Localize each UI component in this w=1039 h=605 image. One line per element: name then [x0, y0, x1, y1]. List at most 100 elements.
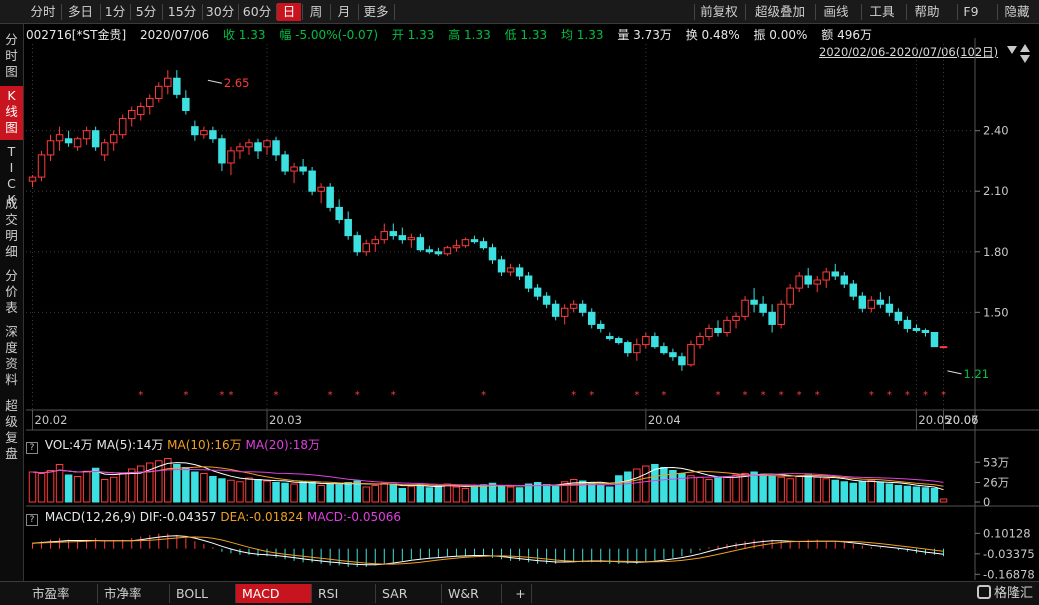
volume-bar [326, 483, 334, 503]
panel-menu-icon[interactable]: ? [26, 514, 38, 526]
volume-bar [714, 477, 722, 503]
period-tab-4[interactable]: 15分 [163, 3, 201, 21]
volume-bar [218, 478, 226, 503]
candle-body [912, 327, 921, 331]
volume-bar [660, 467, 668, 503]
volume-bar [109, 476, 118, 503]
volume-bar [615, 475, 623, 503]
period-tab-2[interactable]: 1分 [101, 3, 129, 21]
candle-body [46, 140, 55, 156]
indicator-tab-3[interactable]: MACD [236, 584, 312, 603]
candle-body [326, 186, 334, 208]
candle-body [615, 338, 623, 344]
volume-bar [371, 485, 380, 503]
volume-bar [136, 465, 145, 503]
tool-menu-item-0[interactable]: 前复权 [697, 3, 741, 21]
logo-icon [976, 585, 991, 599]
candle-body [461, 239, 470, 247]
moving-average-lines [33, 93, 944, 353]
tool-menu-item-3[interactable]: 工具 [864, 3, 900, 21]
candle-body [777, 303, 785, 325]
volume-bar [506, 486, 515, 503]
candle-body [678, 356, 686, 366]
volume-bar [37, 473, 46, 503]
volume-bar [344, 482, 352, 503]
period-tab-8[interactable]: 周 [303, 3, 329, 21]
date-tick-label: 20.03 [269, 413, 302, 427]
period-tab-3[interactable]: 5分 [131, 3, 161, 21]
candle-body [407, 237, 416, 241]
annotation-arrow [207, 79, 222, 84]
volume-bar [633, 468, 641, 503]
volume-bar [46, 470, 55, 503]
period-tab-6[interactable]: 60分 [239, 3, 275, 21]
vol-tick-label: 26万 [983, 476, 1009, 490]
tool-menu-item-2[interactable]: 画线 [818, 3, 854, 21]
candle-body [831, 271, 840, 277]
period-tab-9[interactable]: 月 [331, 3, 357, 21]
volume-bar [822, 478, 830, 503]
macd-tick-label: -0.03375 [983, 547, 1035, 561]
candle-body [750, 299, 758, 305]
signal-markers: * * * * * * * * * * * * * * * * * * * * * * * * [138, 390, 946, 401]
volume-bar [921, 487, 930, 503]
kline-chart[interactable]: 2.402.101.801.50 * * * * * * * * * * * * * * * * * * * * * * *… [0, 24, 1039, 581]
volume-bar [182, 467, 190, 503]
candle-body [362, 243, 370, 253]
volume-bar [380, 482, 389, 503]
volume-bar [308, 482, 316, 503]
period-tab-1[interactable]: 多日 [62, 3, 99, 21]
candle-body [371, 239, 380, 245]
volume-bar [236, 481, 244, 503]
tool-menu-item-6[interactable]: 隐藏 [1000, 3, 1034, 21]
indicator-tab-5[interactable]: SAR [376, 584, 442, 603]
vol-ma10: MA(10):16万 [167, 438, 242, 452]
candle-body [425, 249, 434, 253]
period-tab-10[interactable]: 更多 [359, 3, 393, 21]
period-tab-7[interactable]: 日 [277, 3, 301, 21]
volume-bar [416, 484, 425, 503]
scroll-down-icon[interactable] [1020, 55, 1030, 63]
volume-bar [813, 476, 821, 503]
volume-bar [795, 476, 803, 503]
tool-menu-item-4[interactable]: 帮助 [909, 3, 945, 21]
volume-panel: 53万 26万 0 [28, 455, 1009, 509]
indicator-tab-4[interactable]: RSI [312, 584, 376, 603]
scroll-up-icon[interactable] [1020, 44, 1030, 52]
volume-bar [389, 483, 398, 503]
add-indicator-button[interactable]: + [510, 584, 532, 603]
dropdown-arrow-icon[interactable] [1007, 46, 1017, 54]
volume-bar [443, 483, 452, 503]
signal-star: * [797, 390, 802, 401]
volume-bar [840, 481, 849, 503]
indicator-tab-6[interactable]: W&R [442, 584, 502, 603]
volume-bar [849, 482, 858, 503]
brand-logo: 格隆汇 [976, 585, 1033, 603]
signal-star: * [887, 390, 892, 401]
volume-bar [281, 482, 289, 503]
period-toolbar: 分时 多日 1分 5分 15分 30分 60分日周月更多 前复权 超级叠加 画线 工具 帮助 F9 隐藏 [0, 0, 1039, 24]
candle-body [127, 110, 136, 120]
volume-bar [362, 486, 370, 503]
indicator-tab-0[interactable]: 市盈率 [26, 584, 98, 603]
tool-menu-item-1[interactable]: 超级叠加 [748, 3, 812, 21]
period-tab-0[interactable]: 分时 [26, 3, 60, 21]
period-tab-5[interactable]: 30分 [203, 3, 237, 21]
candle-body [164, 77, 172, 87]
chart-controls [1007, 44, 1030, 63]
panel-menu-icon[interactable]: ? [26, 442, 38, 454]
candle-body [335, 206, 343, 220]
macd-dif: DIF:-0.04357 [139, 510, 217, 524]
candle-body [118, 118, 127, 136]
tool-menu-item-5[interactable]: F9 [960, 3, 982, 21]
candle-body [272, 140, 280, 156]
candle-body [434, 251, 443, 255]
signal-star: * [716, 390, 721, 401]
candle-body [696, 336, 704, 346]
indicator-tab-1[interactable]: 市净率 [98, 584, 170, 603]
candle-body [281, 154, 289, 172]
signal-star: * [138, 390, 143, 401]
toolbar-divider [694, 4, 695, 20]
volume-bar [100, 479, 109, 503]
indicator-tab-2[interactable]: BOLL [170, 584, 236, 603]
